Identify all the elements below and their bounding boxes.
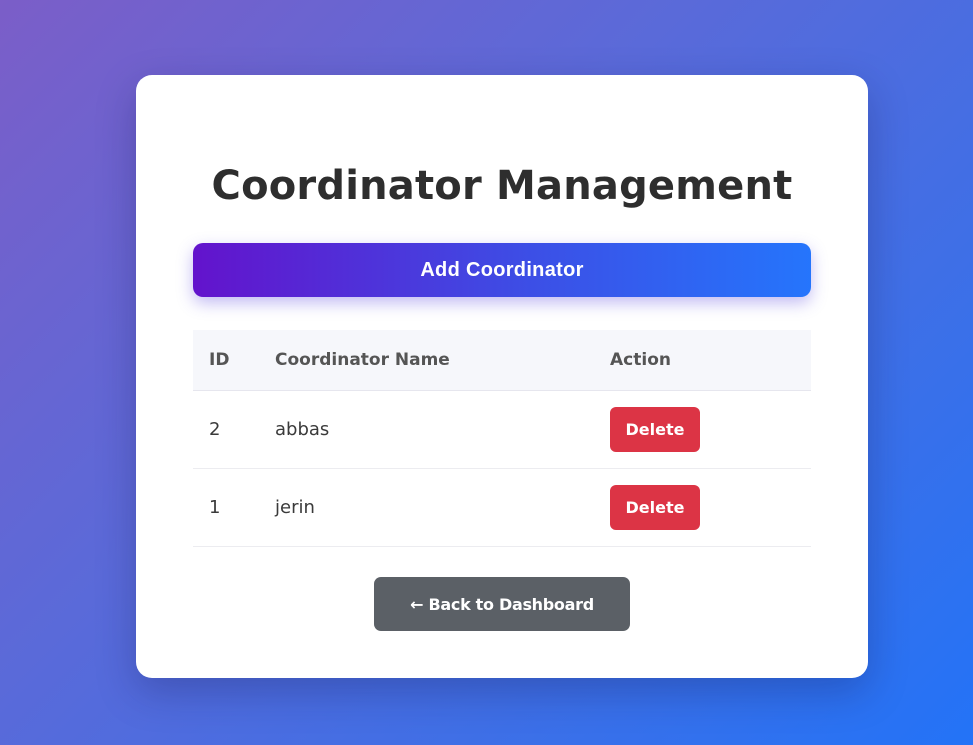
cell-action: Delete <box>610 468 811 547</box>
add-coordinator-button[interactable]: Add Coordinator <box>193 243 811 297</box>
cell-action: Delete <box>610 390 811 469</box>
management-card: Coordinator Management Add Coordinator I… <box>136 75 868 678</box>
delete-button[interactable]: Delete <box>610 407 700 452</box>
table-row: 1 jerin Delete <box>193 468 811 547</box>
cell-id: 1 <box>193 468 275 547</box>
back-to-dashboard-button[interactable]: ← Back to Dashboard <box>374 577 630 631</box>
table-row: 2 abbas Delete <box>193 390 811 469</box>
table-header-row: ID Coordinator Name Action <box>193 330 811 391</box>
delete-button[interactable]: Delete <box>610 485 700 530</box>
cell-name: abbas <box>275 390 610 469</box>
header-name: Coordinator Name <box>275 330 610 391</box>
page-title: Coordinator Management <box>211 163 793 209</box>
header-id: ID <box>193 330 275 391</box>
header-action: Action <box>610 330 811 391</box>
coordinator-table: ID Coordinator Name Action 2 abbas Delet… <box>193 330 811 547</box>
cell-id: 2 <box>193 390 275 469</box>
cell-name: jerin <box>275 468 610 547</box>
